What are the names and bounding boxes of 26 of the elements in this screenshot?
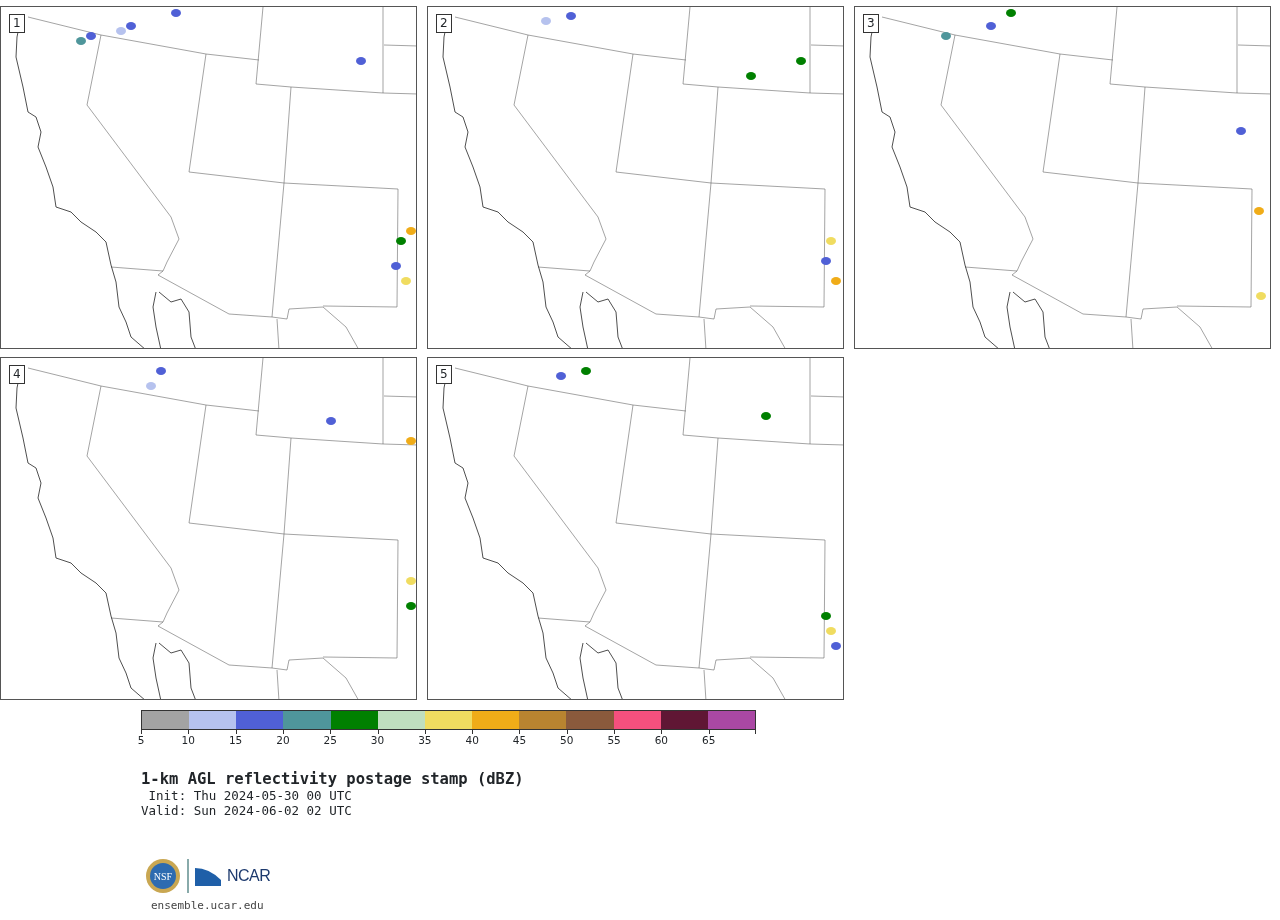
- tick-label: 65: [702, 735, 716, 746]
- init-time: Init: Thu 2024-05-30 00 UTC: [147, 788, 352, 803]
- figure-title: 1-km AGL reflectivity postage stamp (dBZ): [141, 770, 525, 788]
- tick-label: 35: [418, 735, 432, 746]
- member-number: 2: [436, 14, 452, 33]
- tick-label: 40: [465, 735, 479, 746]
- divider-icon: [187, 859, 189, 893]
- ncar-logo-text: NCAR: [227, 866, 271, 886]
- site-url: ensemble.ucar.edu: [151, 898, 264, 914]
- member-number: 1: [9, 14, 25, 33]
- tick-label: 45: [512, 735, 527, 746]
- tick-label: 5: [137, 735, 145, 746]
- tick-label: 10: [181, 735, 195, 746]
- tick-label: 55: [607, 735, 621, 746]
- member-number: 4: [9, 365, 25, 384]
- tick-label: 30: [370, 735, 385, 746]
- tick-label: 50: [560, 735, 574, 746]
- tick-label: 15: [228, 735, 243, 746]
- tick-label: 25: [323, 735, 337, 746]
- tick-label: 60: [654, 735, 669, 746]
- tick-label: 20: [276, 735, 290, 746]
- member-number: 5: [436, 365, 452, 384]
- ncar-swoosh-icon: [195, 866, 221, 886]
- valid-time: Valid: Sun 2024-06-02 02 UTC: [141, 803, 352, 818]
- nsf-seal-logo: NSF: [145, 858, 181, 894]
- member-number: 3: [863, 14, 879, 33]
